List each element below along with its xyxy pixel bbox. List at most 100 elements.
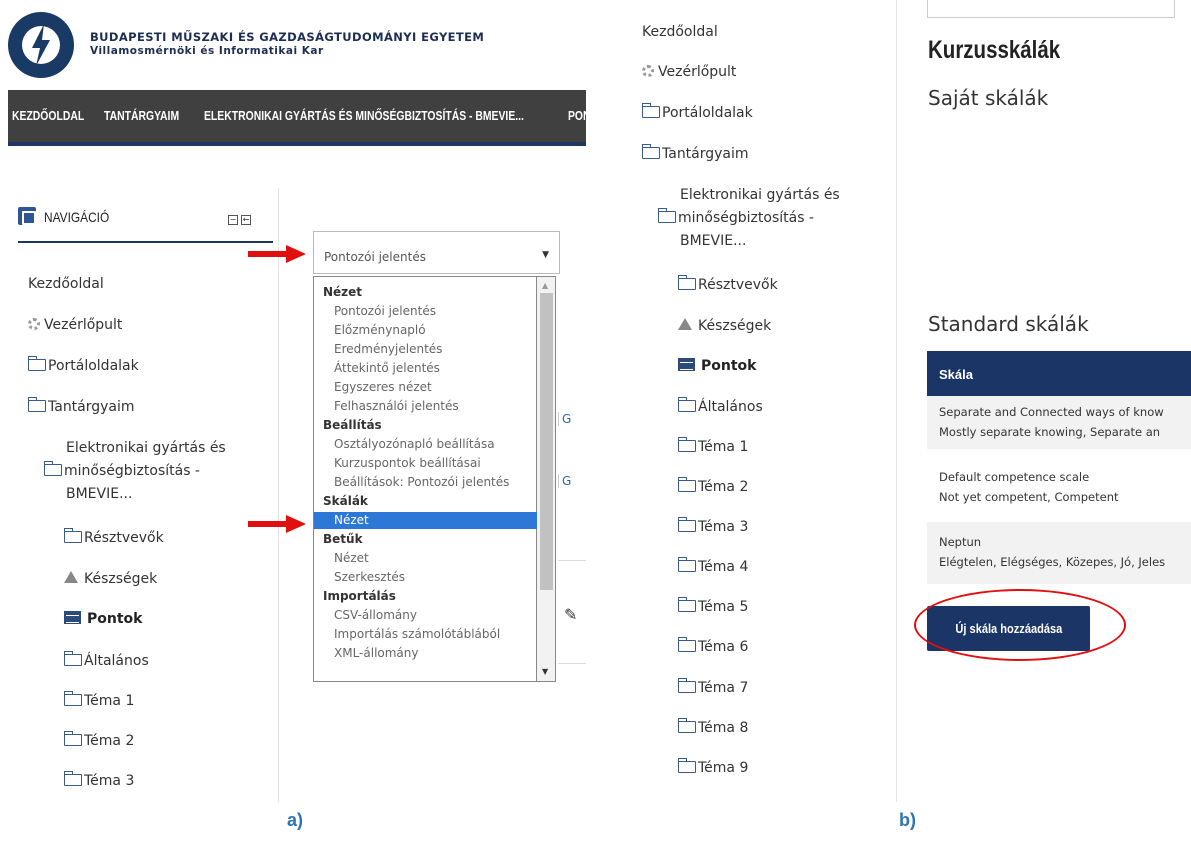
folder-icon <box>64 651 82 666</box>
group-settings: Beállítás <box>323 418 382 432</box>
nav-topic-1[interactable]: Téma 1 <box>64 691 134 709</box>
nav-grades[interactable]: Pontok <box>64 611 142 627</box>
nav-my-courses[interactable]: Tantárgyaim <box>642 144 749 162</box>
nav-course-line1[interactable]: Elektronikai gyártás és <box>680 187 840 203</box>
university-name: BUDAPESTI MŰSZAKI ÉS GAZDASÁGTUDOMÁNYI E… <box>90 30 485 44</box>
nav-home[interactable]: Kezdőoldal <box>28 276 104 292</box>
nav-course-line3[interactable]: BMEVIE... <box>66 486 132 502</box>
nav-participants[interactable]: Résztvevők <box>64 528 164 546</box>
nav-topic-9[interactable]: Téma 9 <box>678 758 748 776</box>
caption-b: b) <box>899 810 916 830</box>
nav-my-courses-label: Tantárgyaim <box>48 399 135 415</box>
nav-my-courses[interactable]: Tantárgyaim <box>28 397 135 415</box>
nav-topic-7-label: Téma 7 <box>698 680 749 696</box>
nav-topic-8[interactable]: Téma 8 <box>678 718 748 736</box>
search-box[interactable] <box>927 0 1175 18</box>
nav-course-line2: minőségbiztosítás - <box>678 210 814 226</box>
nav-grades-label: Pontok <box>87 611 143 627</box>
nav-topic-2[interactable]: Téma 2 <box>678 477 748 495</box>
nav-course-line1[interactable]: Elektronikai gyártás és <box>66 440 226 456</box>
folder-icon <box>28 356 46 371</box>
standard-scales-heading: Standard skálák <box>928 312 1089 336</box>
option-user-report[interactable]: Felhasználói jelentés <box>314 398 537 415</box>
option-course-grade-settings[interactable]: Kurzuspontok beállításai <box>314 455 537 472</box>
option-history[interactable]: Előzménynapló <box>314 322 537 339</box>
folder-icon <box>678 437 696 452</box>
nav-topic-2[interactable]: Téma 2 <box>64 731 134 749</box>
nav-course-line2: minőségbiztosítás - <box>64 463 200 479</box>
menu-course[interactable]: ELEKTRONIKAI GYÁRTÁS ÉS MINŐSÉGBIZTOSÍTÁ… <box>204 108 524 123</box>
nav-topic-6[interactable]: Téma 6 <box>678 637 748 655</box>
scale-name: Default competence scale <box>939 470 1090 484</box>
option-scales-view[interactable]: Nézet <box>314 512 537 529</box>
nav-course[interactable]: minőségbiztosítás - <box>44 461 200 479</box>
option-gradebook-setup[interactable]: Osztályozónapló beállítása <box>314 436 537 453</box>
nav-topic-3-label: Téma 3 <box>84 773 135 789</box>
nav-topic-4[interactable]: Téma 4 <box>678 557 748 575</box>
dashboard-icon <box>28 318 40 330</box>
listbox-scrollbar[interactable]: ▲ ▼ <box>537 276 556 682</box>
nav-grades[interactable]: Pontok <box>678 358 756 374</box>
menu-home[interactable]: KEZDŐOLDAL <box>12 108 84 123</box>
nav-dashboard-label: Vezérlőpult <box>658 64 737 80</box>
option-overview[interactable]: Áttekintő jelentés <box>314 360 537 377</box>
university-header: BUDAPESTI MŰSZAKI ÉS GAZDASÁGTUDOMÁNYI E… <box>8 8 586 88</box>
nav-skills[interactable]: Készségek <box>678 318 771 334</box>
nav-dashboard[interactable]: Vezérlőpult <box>28 317 122 333</box>
option-single-view[interactable]: Egyszeres nézet <box>314 379 537 396</box>
nav-topic-3[interactable]: Téma 3 <box>678 517 748 535</box>
option-spreadsheet[interactable]: Importálás számolótáblából <box>314 626 537 643</box>
folder-icon <box>678 678 696 693</box>
red-highlight-ellipse <box>914 589 1126 661</box>
option-letters-view[interactable]: Nézet <box>314 550 537 567</box>
option-outcomes[interactable]: Eredményjelentés <box>314 341 537 358</box>
navigation-title: NAVIGÁCIÓ <box>44 209 110 225</box>
scale-values: Not yet competent, Competent <box>939 490 1119 504</box>
nav-home[interactable]: Kezdőoldal <box>642 24 718 40</box>
nav-dashboard[interactable]: Vezérlőpult <box>642 64 736 80</box>
scrollbar-thumb[interactable] <box>540 293 553 590</box>
menu-my-courses[interactable]: TANTÁRGYAIM <box>104 108 179 123</box>
folder-icon <box>658 208 676 223</box>
nav-general[interactable]: Általános <box>64 651 149 669</box>
column-scale: Skála <box>939 367 973 382</box>
nav-topic-5[interactable]: Téma 5 <box>678 597 748 615</box>
nav-skills-label: Készségek <box>84 571 158 587</box>
report-select-listbox[interactable]: Nézet Pontozói jelentés Előzménynapló Er… <box>313 276 537 682</box>
nav-skills[interactable]: Készségek <box>64 571 157 587</box>
panel-b: Kezdőoldal Vezérlőpult Portáloldalak Tan… <box>622 0 1191 802</box>
option-csv[interactable]: CSV-állomány <box>314 607 537 624</box>
option-preferences[interactable]: Beállítások: Pontozói jelentés <box>314 474 537 491</box>
report-select[interactable]: Pontozói jelentés ▼ <box>313 231 560 274</box>
red-arrow-icon <box>248 245 306 263</box>
university-logo-icon[interactable] <box>8 12 74 78</box>
nav-portals[interactable]: Portáloldalak <box>642 103 753 121</box>
option-xml[interactable]: XML-állomány <box>314 645 537 662</box>
nav-general-label: Általános <box>698 399 763 415</box>
option-grader-report[interactable]: Pontozói jelentés <box>314 303 537 320</box>
scroll-up-icon[interactable]: ▲ <box>542 281 548 290</box>
nav-course-line3[interactable]: BMEVIE... <box>680 233 746 249</box>
folder-icon <box>678 637 696 652</box>
nav-topic-1[interactable]: Téma 1 <box>678 437 748 455</box>
edit-pencil-icon[interactable]: ✎ <box>564 605 577 624</box>
folder-icon <box>44 461 62 476</box>
competencies-icon <box>678 318 692 330</box>
scale-values: Mostly separate knowing, Separate an <box>939 425 1161 439</box>
nav-participants[interactable]: Résztvevők <box>678 275 778 293</box>
nav-general[interactable]: Általános <box>678 397 763 415</box>
menu-more[interactable]: PON <box>568 108 586 123</box>
folder-icon <box>678 557 696 572</box>
dock-icon[interactable]: ← <box>241 215 251 225</box>
folder-icon <box>678 397 696 412</box>
option-letters-edit[interactable]: Szerkesztés <box>314 569 537 586</box>
collapse-icon[interactable]: − <box>228 215 238 225</box>
nav-portals[interactable]: Portáloldalak <box>28 356 139 374</box>
nav-dashboard-label: Vezérlőpult <box>44 317 123 333</box>
nav-topic-3[interactable]: Téma 3 <box>64 771 135 789</box>
table-row: Neptun Elégtelen, Elégséges, Közepes, Jó… <box>927 522 1191 584</box>
scroll-down-icon[interactable]: ▼ <box>542 667 548 676</box>
nav-topic-7[interactable]: Téma 7 <box>678 678 749 696</box>
nav-course[interactable]: minőségbiztosítás - <box>658 208 814 226</box>
main-menu-bar: KEZDŐOLDAL TANTÁRGYAIM ELEKTRONIKAI GYÁR… <box>8 90 586 146</box>
